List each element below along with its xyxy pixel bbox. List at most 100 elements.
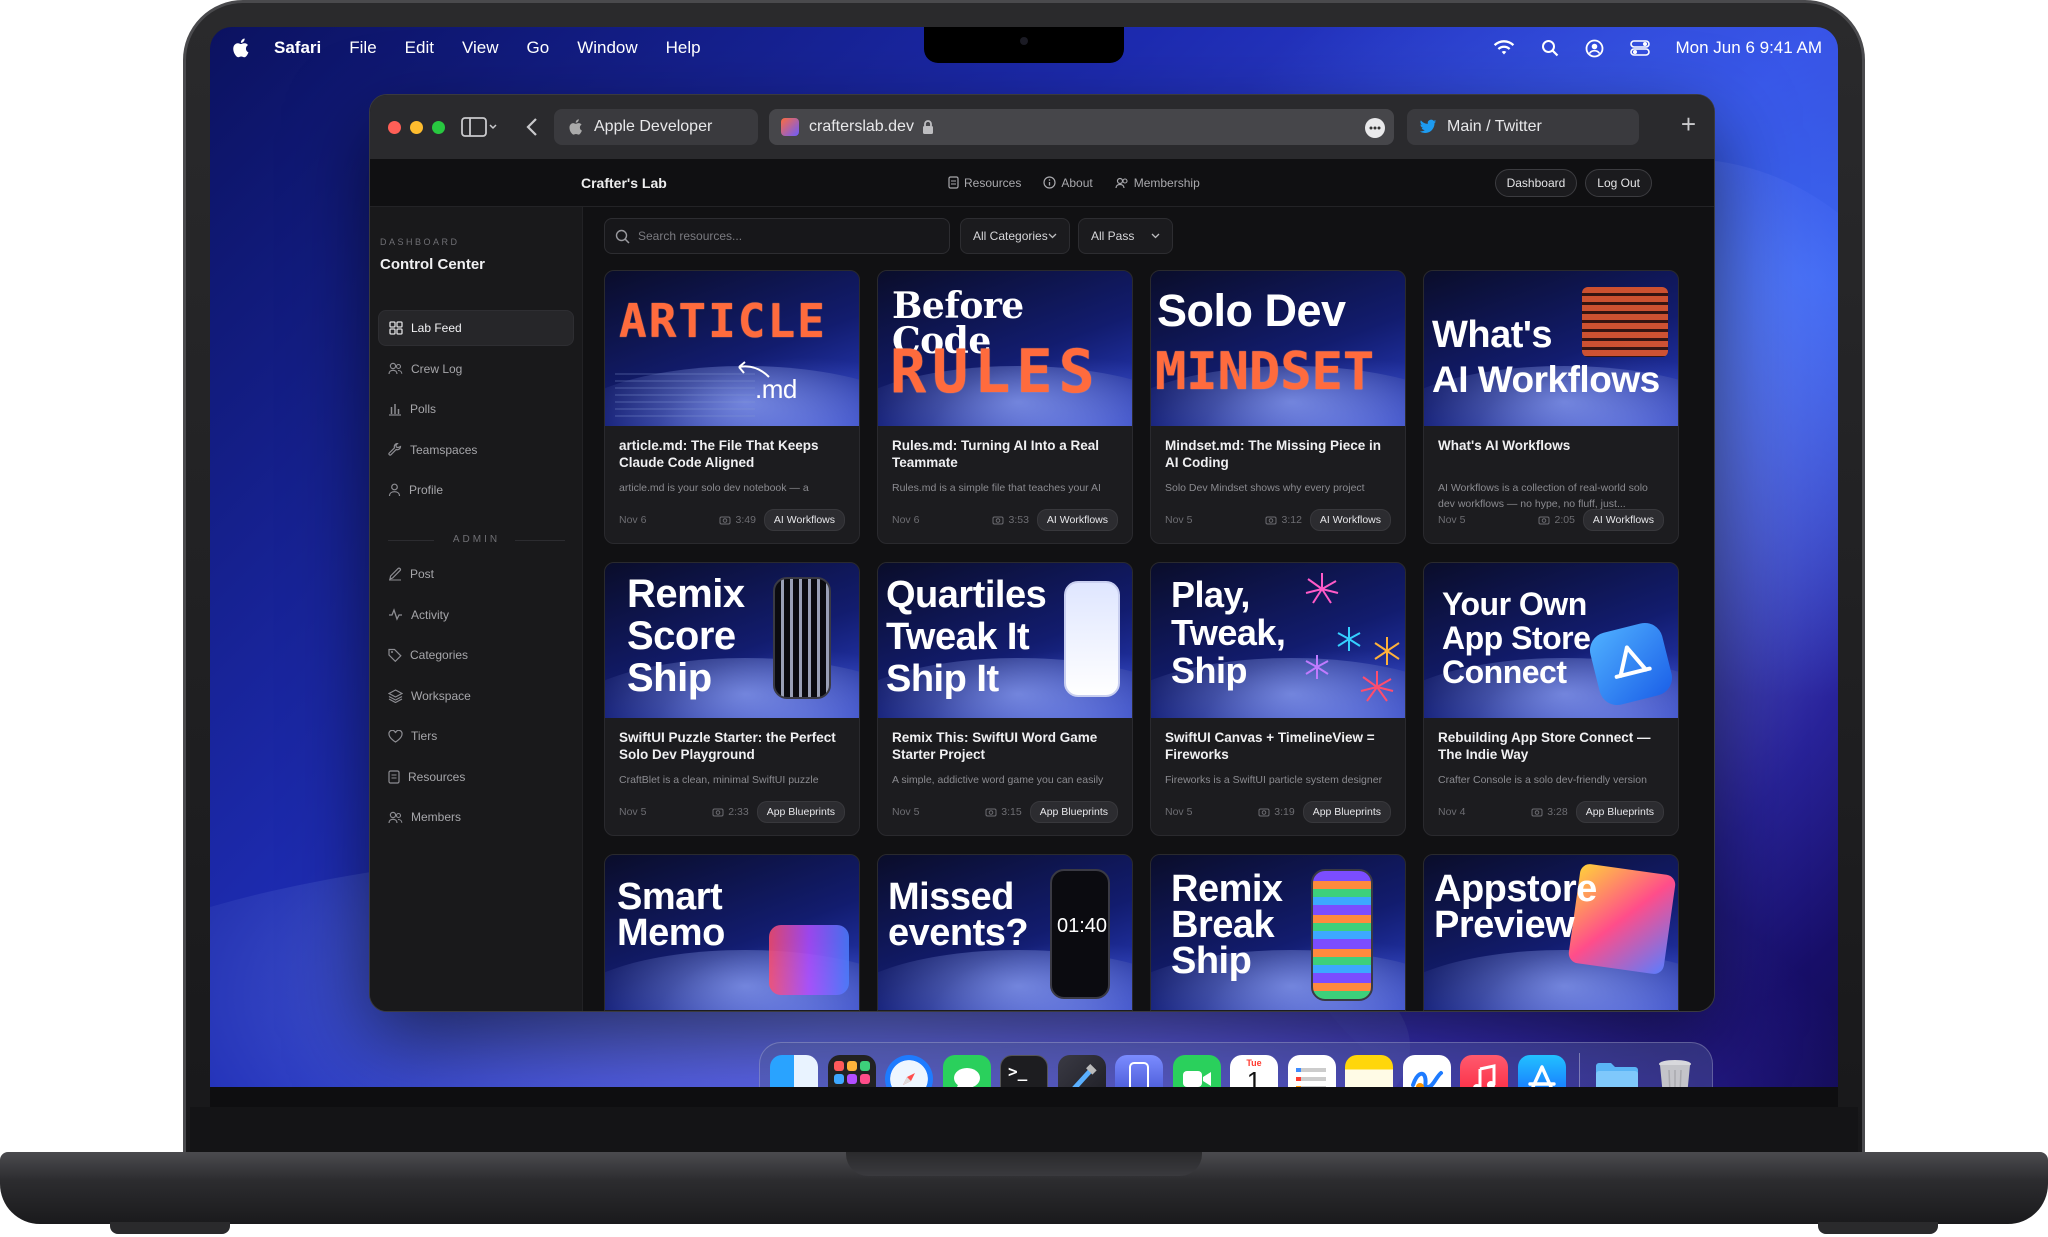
sidebar-item-tiers[interactable]: Tiers (378, 718, 574, 754)
menu-view[interactable]: View (462, 38, 499, 58)
user-account-icon[interactable] (1585, 39, 1604, 58)
card-thumbnail: Appstore Preview (1424, 855, 1678, 1010)
waveform-graphic (769, 925, 849, 995)
nav-resources[interactable]: Resources (948, 176, 1021, 190)
resource-card[interactable]: Your Own App Store Connect Rebuilding Ap… (1423, 562, 1679, 836)
tab-crafterslab[interactable]: crafterslab.dev (769, 109, 1394, 145)
card-tag[interactable]: App Blueprints (1029, 801, 1118, 823)
simulator-icon[interactable] (1115, 1055, 1163, 1087)
thumbnail-line-2: Tweak It (886, 616, 1030, 658)
search-input[interactable]: Search resources... (604, 218, 950, 254)
new-tab-button[interactable]: + (1681, 109, 1696, 140)
calendar-day: 1 (1246, 1066, 1262, 1087)
notes-icon[interactable] (1345, 1055, 1393, 1087)
card-duration-value: 2:05 (1554, 514, 1575, 526)
apple-logo-icon[interactable] (230, 37, 250, 59)
xcode-icon[interactable] (1057, 1055, 1106, 1087)
dock: >_ Tue 1 (759, 1042, 1713, 1087)
sidebar-item-activity[interactable]: Activity (378, 597, 574, 633)
resource-card[interactable]: Missed events? 01:40 (877, 854, 1133, 1011)
card-tag[interactable]: AI Workflows (1582, 509, 1664, 531)
sidebar-item-post[interactable]: Post (378, 556, 574, 592)
screen: Safari File Edit View Go Window Help Mon… (210, 27, 1838, 1087)
logout-button[interactable]: Log Out (1585, 168, 1652, 197)
card-title: article.md: The File That Keeps Claude C… (619, 438, 819, 470)
folder-icon[interactable] (1593, 1055, 1641, 1087)
wifi-icon[interactable] (1493, 40, 1515, 56)
sidebar-item-workspace[interactable]: Workspace (378, 678, 574, 714)
resource-card[interactable]: Smart Memo (604, 854, 860, 1011)
menu-app-name[interactable]: Safari (274, 38, 321, 58)
control-center-icon[interactable] (1629, 39, 1650, 57)
card-tag[interactable]: App Blueprints (756, 801, 845, 823)
card-duration-value: 3:19 (1274, 806, 1295, 818)
card-tag[interactable]: App Blueprints (1575, 801, 1664, 823)
card-tag[interactable]: AI Workflows (1036, 509, 1118, 531)
site-brand[interactable]: Crafter's Lab (581, 175, 667, 191)
messages-icon[interactable] (942, 1055, 991, 1087)
resource-card[interactable]: Remix Break Ship (1150, 854, 1406, 1011)
freeform-icon[interactable] (1402, 1055, 1451, 1087)
card-tag[interactable]: AI Workflows (1309, 509, 1391, 531)
sidebar-item-crew-log[interactable]: Crew Log (378, 351, 574, 387)
menu-window[interactable]: Window (577, 38, 637, 58)
spotlight-search-icon[interactable] (1541, 39, 1559, 57)
pass-select[interactable]: All Pass (1078, 218, 1173, 254)
terminal-icon[interactable]: >_ (1000, 1055, 1048, 1087)
resource-card[interactable]: Appstore Preview (1423, 854, 1679, 1011)
menu-file[interactable]: File (349, 38, 376, 58)
resource-card[interactable]: Before Code RULES Rules.md: Turning AI I… (877, 270, 1133, 544)
nav-membership[interactable]: Membership (1115, 176, 1200, 190)
menu-help[interactable]: Help (666, 38, 701, 58)
minimize-window-button[interactable] (410, 120, 423, 134)
card-duration-value: 2:33 (728, 806, 749, 818)
people-icon (1115, 177, 1128, 188)
sidebar-item-members[interactable]: Members (378, 799, 574, 835)
card-date: Nov 5 (619, 806, 647, 818)
card-meta: Nov 5 2:33 App Blueprints (619, 801, 845, 823)
resource-card[interactable]: Solo Dev MINDSET Mindset.md: The Missing… (1150, 270, 1406, 544)
launchpad-icon[interactable] (827, 1055, 876, 1087)
document-icon (388, 769, 400, 784)
resource-card[interactable]: Quartiles Tweak It Ship It Remix This: S… (877, 562, 1133, 836)
tab-twitter[interactable]: Main / Twitter (1407, 109, 1639, 145)
menu-go[interactable]: Go (527, 38, 550, 58)
resource-card[interactable]: Play, Tweak, Ship SwiftUI Canvas + Timel… (1150, 562, 1406, 836)
dashboard-button[interactable]: Dashboard (1494, 168, 1578, 197)
sidebar-item-categories[interactable]: Categories (378, 637, 574, 673)
card-tag[interactable]: AI Workflows (763, 509, 845, 531)
sidebar-item-profile[interactable]: Profile (378, 472, 574, 508)
back-button[interactable] (525, 116, 539, 138)
menu-edit[interactable]: Edit (405, 38, 434, 58)
menu-clock[interactable]: Mon Jun 6 9:41 AM (1676, 38, 1822, 58)
camera-icon (985, 808, 997, 817)
calendar-icon[interactable]: Tue 1 (1230, 1055, 1278, 1087)
card-duration: 2:05 (1538, 514, 1575, 526)
resource-card[interactable]: Remix Score Ship SwiftUI Puzzle Starter:… (604, 562, 860, 836)
card-title: Rebuilding App Store Connect — The Indie… (1438, 730, 1651, 762)
nav-about[interactable]: About (1043, 176, 1093, 190)
zoom-window-button[interactable] (432, 120, 445, 134)
resource-card[interactable]: What's AI Workflows What's AI Workflows … (1423, 270, 1679, 544)
facetime-icon[interactable] (1172, 1055, 1221, 1087)
sidebar-item-resources[interactable]: Resources (378, 759, 574, 795)
safari-icon[interactable] (885, 1055, 933, 1087)
page-menu-icon[interactable] (1365, 118, 1385, 138)
card-date: Nov 5 (892, 806, 920, 818)
card-tag[interactable]: App Blueprints (1302, 801, 1391, 823)
category-select[interactable]: All Categories (960, 218, 1070, 254)
resource-card[interactable]: ARTICLE .md article.md: The File That Ke… (604, 270, 860, 544)
sidebar-toggle-button[interactable] (461, 116, 497, 138)
finder-icon[interactable] (770, 1055, 818, 1087)
card-title: Mindset.md: The Missing Piece in AI Codi… (1165, 438, 1382, 470)
music-icon[interactable] (1460, 1055, 1508, 1087)
sidebar-item-teamspaces[interactable]: Teamspaces (378, 432, 574, 468)
appstore-icon[interactable] (1517, 1055, 1566, 1087)
trash-icon[interactable] (1651, 1055, 1699, 1087)
sidebar-item-polls[interactable]: Polls (378, 391, 574, 427)
reminders-icon[interactable] (1287, 1055, 1336, 1087)
address-bar-url[interactable]: crafterslab.dev (809, 118, 914, 136)
tab-apple-developer[interactable]: Apple Developer (554, 109, 758, 145)
sidebar-item-lab-feed[interactable]: Lab Feed (378, 310, 574, 346)
close-window-button[interactable] (388, 120, 401, 134)
